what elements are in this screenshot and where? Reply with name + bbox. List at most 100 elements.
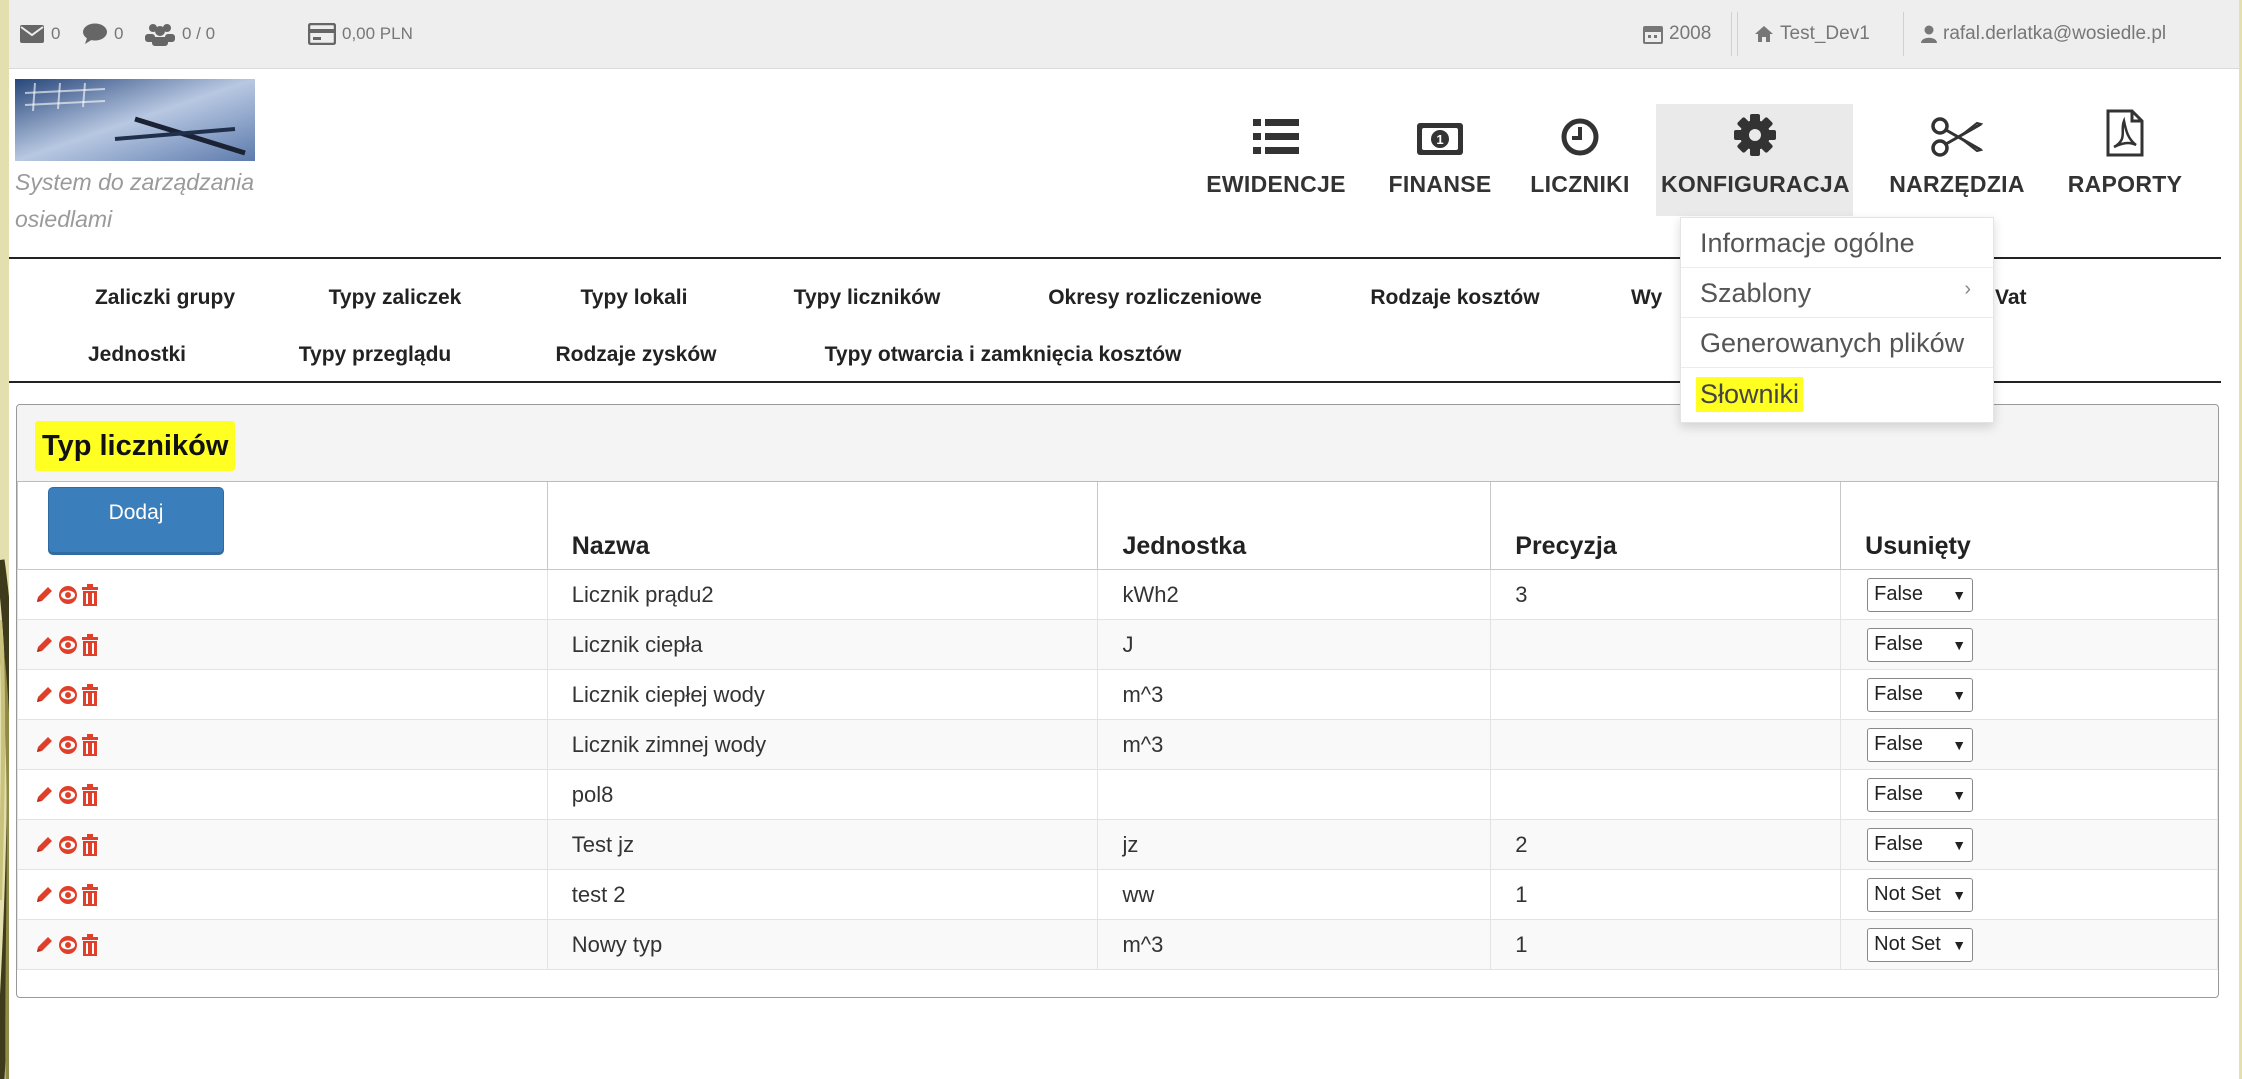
cell-precyzja — [1490, 619, 1842, 670]
cell-jednostka: jz — [1097, 819, 1492, 870]
menu-item-informacje-ogolne[interactable]: Informacje ogólne — [1681, 220, 1993, 268]
tab-rodzaje-kosztow[interactable]: Rodzaje kosztów — [1325, 272, 1585, 324]
deleted-select-value: False — [1874, 833, 1924, 855]
deleted-select-value: False — [1874, 783, 1924, 805]
deleted-select[interactable]: False ▼ — [1867, 727, 1974, 762]
cell-precyzja: 3 — [1490, 569, 1842, 620]
deleted-select[interactable]: False ▼ — [1867, 627, 1974, 662]
delete-icon[interactable] — [82, 733, 98, 756]
tab-okresy-rozliczeniowe[interactable]: Okresy rozliczeniowe — [1005, 272, 1305, 324]
nav-konfiguracja[interactable]: KONFIGURACJA — [1661, 105, 1850, 215]
cell-nazwa: Licznik zimnej wody — [546, 719, 1099, 770]
list-icon — [1253, 119, 1299, 154]
divider — [1731, 12, 1732, 56]
year-selector[interactable]: 2008 — [1643, 0, 1711, 68]
deleted-select[interactable]: Not Set ▼ — [1867, 927, 1974, 962]
nav-raporty[interactable]: RAPORTY — [2055, 105, 2195, 215]
delete-icon[interactable] — [82, 583, 98, 606]
nav-label: LICZNIKI — [1530, 171, 1630, 197]
column-header-jednostka[interactable]: Jednostka — [1097, 482, 1492, 570]
cell-jednostka: m^3 — [1097, 669, 1492, 720]
row-actions — [17, 769, 548, 820]
edit-icon[interactable] — [34, 835, 54, 855]
edit-icon[interactable] — [34, 885, 54, 905]
view-icon[interactable] — [57, 585, 79, 605]
table-row: Licznik ciepłej wody m^3 False ▼ — [17, 669, 2218, 720]
table-row: Licznik prądu2 kWh2 3 False ▼ — [17, 569, 2218, 620]
cell-usuniety: False ▼ — [1840, 619, 2218, 670]
edit-icon[interactable] — [34, 785, 54, 805]
tab-typy-licznikow[interactable]: Typy liczników — [749, 272, 985, 324]
delete-icon[interactable] — [82, 833, 98, 856]
cell-jednostka: m^3 — [1097, 719, 1492, 770]
delete-icon[interactable] — [82, 683, 98, 706]
user-icon — [1921, 25, 1937, 43]
envelope-icon — [20, 25, 44, 43]
cell-precyzja — [1490, 719, 1842, 770]
menu-item-generowanych-plikow[interactable]: Generowanych plików — [1681, 320, 1993, 368]
nav-finanse[interactable]: 1 FINANSE — [1375, 105, 1505, 215]
tab-typy-przegladu[interactable]: Typy przeglądu — [247, 329, 503, 381]
estate-selector[interactable]: Test_Dev1 — [1754, 0, 1870, 68]
cell-nazwa: Test jz — [546, 819, 1099, 870]
view-icon[interactable] — [57, 935, 79, 955]
tab-typy-lokali[interactable]: Typy lokali — [543, 272, 725, 324]
view-icon[interactable] — [57, 835, 79, 855]
column-header-usuniety[interactable]: Usunięty — [1840, 482, 2218, 570]
delete-icon[interactable] — [82, 633, 98, 656]
add-button[interactable]: Dodaj — [48, 487, 224, 555]
user-account-menu[interactable]: rafal.derlatka@wosiedle.pl — [1921, 0, 2166, 68]
nav-ewidencje[interactable]: EWIDENCJE — [1201, 105, 1351, 215]
tab-jednostki[interactable]: Jednostki — [47, 329, 227, 381]
app-logo[interactable] — [15, 79, 255, 161]
edit-icon[interactable] — [34, 585, 54, 605]
top-status-bar: 0 0 0 / 0 0,00 PLN 2008 Test_Dev1 rafal.… — [9, 0, 2239, 69]
view-icon[interactable] — [57, 735, 79, 755]
column-header-nazwa[interactable]: Nazwa — [546, 482, 1099, 570]
konfiguracja-dropdown-menu: Informacje ogólne Szablony › Generowanyc… — [1680, 217, 1994, 423]
caret-down-icon: ▼ — [1952, 686, 1967, 703]
user-email: rafal.derlatka@wosiedle.pl — [1943, 23, 2167, 44]
caret-down-icon: ▼ — [1952, 736, 1967, 753]
tab-typy-otwarcia-zamkniecia[interactable]: Typy otwarcia i zamknięcia kosztów — [777, 329, 1229, 381]
delete-icon[interactable] — [82, 933, 98, 956]
view-icon[interactable] — [57, 635, 79, 655]
balance-indicator[interactable]: 0,00 PLN — [308, 0, 413, 68]
tab-rodzaje-zyskow[interactable]: Rodzaje zysków — [509, 329, 763, 381]
chat-indicator[interactable]: 0 — [82, 0, 123, 68]
deleted-select-value: False — [1874, 733, 1924, 755]
users-indicator[interactable]: 0 / 0 — [144, 0, 215, 68]
column-header-precyzja[interactable]: Precyzja — [1490, 482, 1842, 570]
deleted-select[interactable]: False ▼ — [1867, 827, 1974, 862]
nav-narzedzia[interactable]: NARZĘDZIA — [1882, 105, 2032, 215]
delete-icon[interactable] — [82, 783, 98, 806]
caret-down-icon: ▼ — [1952, 786, 1967, 803]
edit-icon[interactable] — [34, 935, 54, 955]
svg-text:1: 1 — [1436, 132, 1443, 147]
caret-down-icon: ▼ — [1952, 836, 1967, 853]
cell-usuniety: False ▼ — [1840, 569, 2218, 620]
cell-nazwa: Nowy typ — [546, 919, 1099, 970]
edit-icon[interactable] — [34, 635, 54, 655]
row-actions — [17, 569, 548, 620]
tab-vat[interactable]: Vat — [1995, 272, 2075, 324]
deleted-select[interactable]: False ▼ — [1867, 577, 1974, 612]
view-icon[interactable] — [57, 785, 79, 805]
tab-typy-zaliczek[interactable]: Typy zaliczek — [287, 272, 503, 324]
view-icon[interactable] — [57, 685, 79, 705]
tab-zaliczki-grupy[interactable]: Zaliczki grupy — [55, 272, 275, 324]
deleted-select[interactable]: False ▼ — [1867, 777, 1974, 812]
nav-label: FINANSE — [1388, 171, 1492, 197]
menu-item-szablony[interactable]: Szablony › — [1681, 270, 1993, 318]
delete-icon[interactable] — [82, 883, 98, 906]
caret-down-icon: ▼ — [1952, 586, 1967, 603]
table-row: Licznik ciepła J False ▼ — [17, 619, 2218, 670]
view-icon[interactable] — [57, 885, 79, 905]
deleted-select[interactable]: Not Set ▼ — [1867, 877, 1974, 912]
messages-indicator[interactable]: 0 — [19, 0, 60, 68]
deleted-select[interactable]: False ▼ — [1867, 677, 1974, 712]
menu-item-slowniki[interactable]: Słowniki — [1681, 370, 1993, 418]
nav-liczniki[interactable]: LICZNIKI — [1520, 105, 1640, 215]
edit-icon[interactable] — [34, 735, 54, 755]
edit-icon[interactable] — [34, 685, 54, 705]
